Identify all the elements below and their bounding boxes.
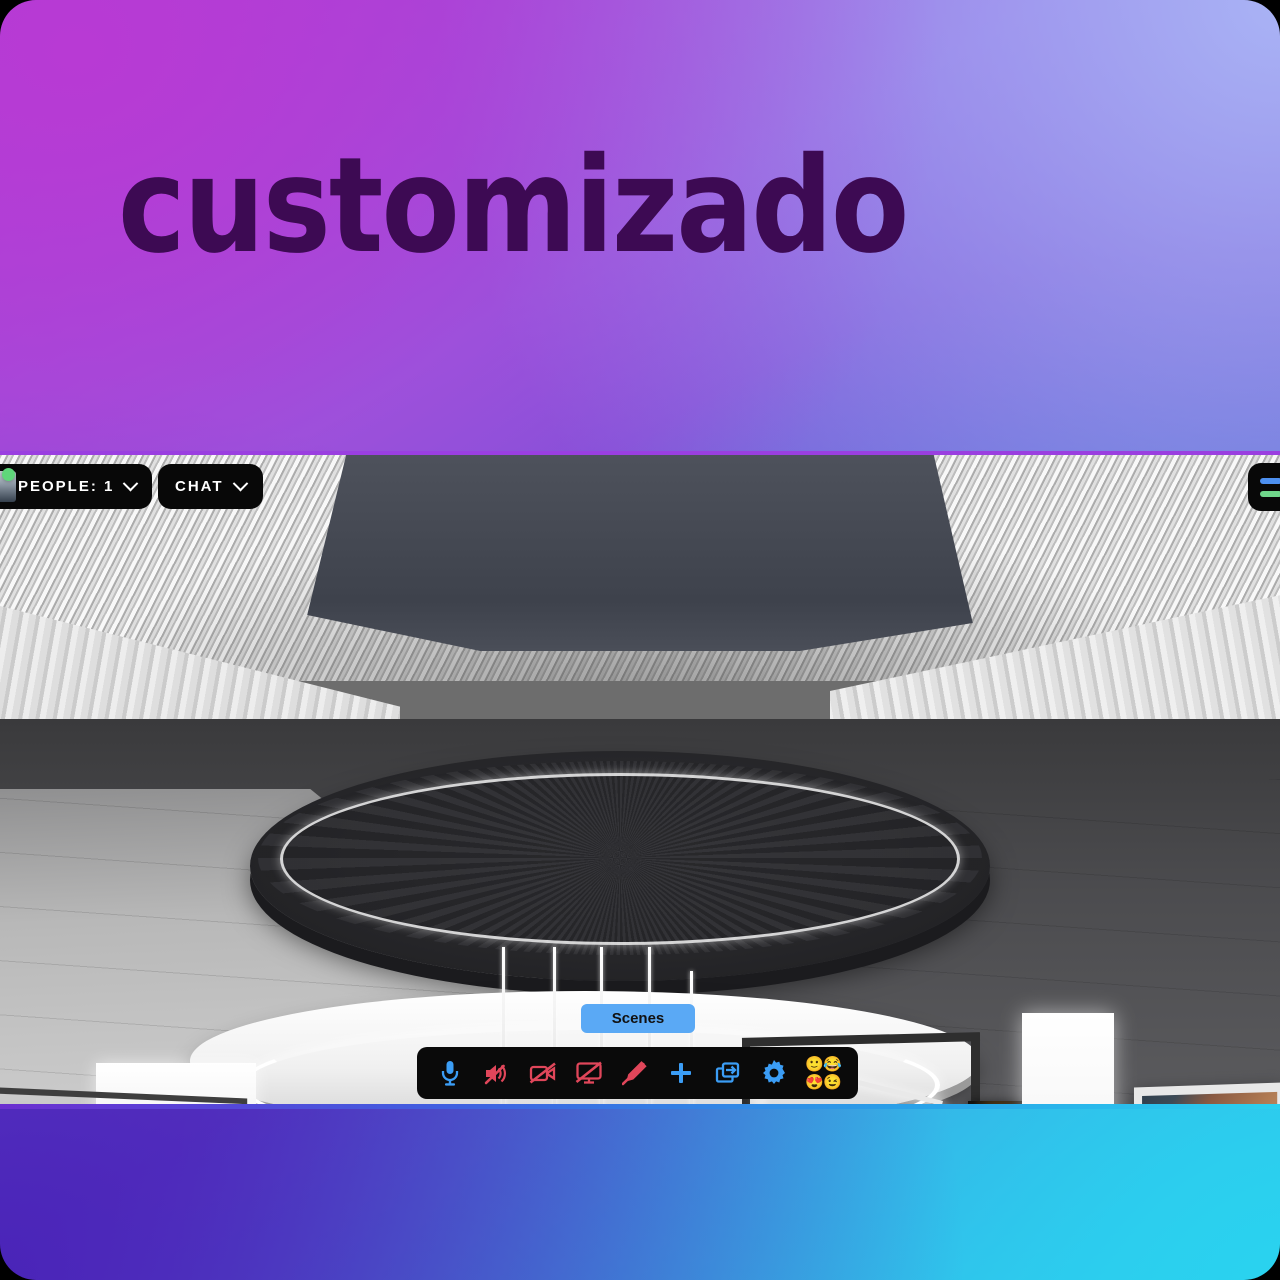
emoji-heart-eyes[interactable]: 😍 [805,1074,824,1091]
emoji-wink[interactable]: 😉 [823,1074,842,1091]
screen-share-off-icon[interactable] [574,1058,604,1088]
scenes-button-label: Scenes [611,1010,665,1027]
gear-icon[interactable] [759,1058,789,1088]
media-toolbar[interactable]: 🙂 😂 😍 😉 [417,1047,858,1099]
chevron-down-icon [232,475,248,492]
exit-room-icon[interactable] [713,1058,743,1088]
menu-line-blue [1260,477,1280,484]
microphone-icon[interactable] [435,1058,465,1088]
speaker-muted-icon[interactable] [481,1058,511,1088]
emoji-smile[interactable]: 🙂 [805,1056,824,1073]
hud-overlay: PEOPLE: 1 CHAT Scenes 🙂 😂 😍 😉 [0,0,1280,1280]
app-root: customizado PEOPLE: 1 CHAT Scenes 🙂 😂 😍 … [0,0,1280,1280]
emoji-picker[interactable]: 🙂 😂 😍 😉 [805,1056,842,1091]
people-button-label: PEOPLE: 1 [18,478,115,495]
chevron-down-icon [123,475,139,492]
plus-icon[interactable] [666,1058,696,1088]
people-button[interactable]: PEOPLE: 1 [0,464,153,509]
online-status-dot [2,468,15,481]
menu-button[interactable] [1248,463,1280,511]
camera-off-icon[interactable] [528,1058,558,1088]
emoji-laughing[interactable]: 😂 [823,1056,842,1073]
avatar [0,468,16,502]
draw-pen-off-icon[interactable] [620,1058,650,1088]
menu-line-green [1260,490,1280,497]
chat-button[interactable]: CHAT [158,464,263,509]
scenes-button[interactable]: Scenes [581,1004,695,1033]
chat-button-label: CHAT [175,478,224,495]
